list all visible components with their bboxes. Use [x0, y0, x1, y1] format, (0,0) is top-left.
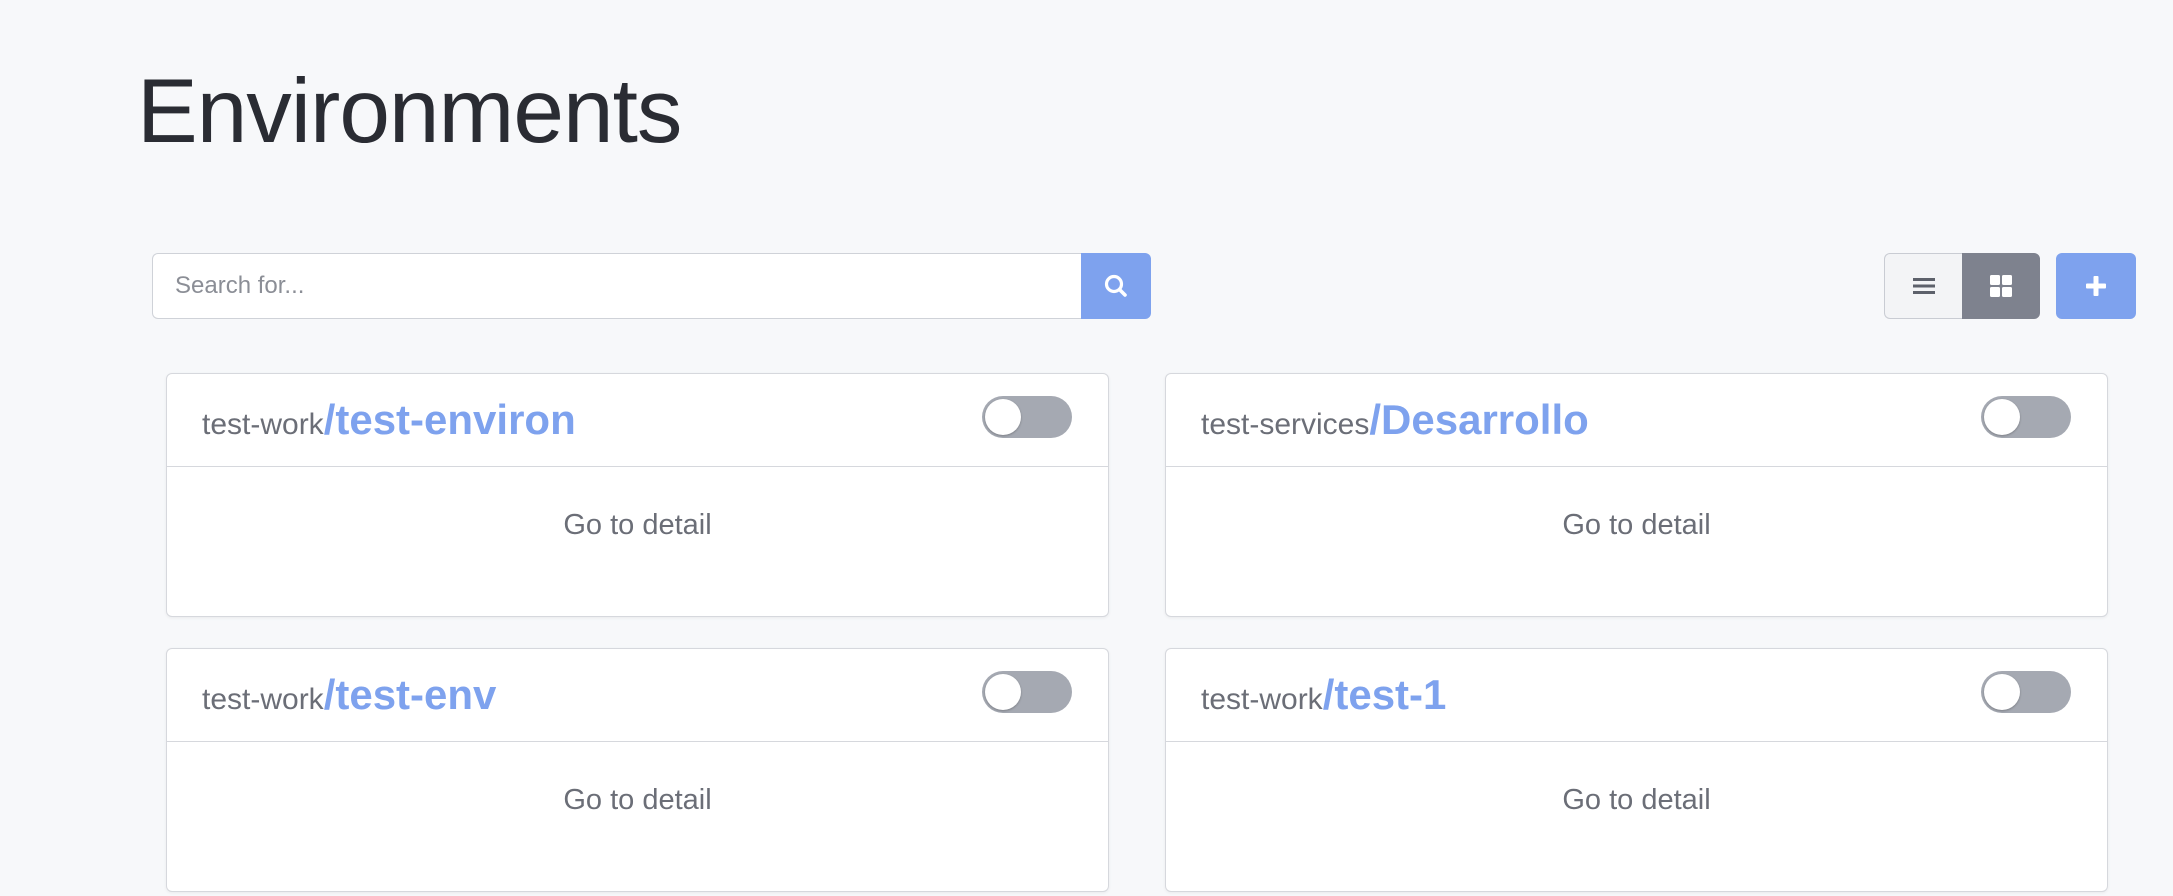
go-to-detail-link[interactable]: Go to detail: [1562, 509, 1710, 542]
search-bar: [152, 253, 1151, 319]
environment-card: test-services/Desarrollo Go to detail: [1165, 373, 2108, 617]
toggle-knob: [985, 674, 1021, 710]
card-body: Go to detail: [1166, 467, 2107, 615]
toggle-knob: [1984, 399, 2020, 435]
organization-name: test-services: [1201, 408, 1370, 441]
environment-name[interactable]: /test-environ: [324, 396, 576, 443]
grid-view-button[interactable]: [1962, 253, 2040, 319]
card-header: test-work/test-environ: [167, 374, 1108, 467]
environment-card: test-work/test-env Go to detail: [166, 648, 1109, 892]
environment-name[interactable]: /test-1: [1323, 671, 1447, 718]
search-button[interactable]: [1081, 253, 1151, 319]
plus-icon: [2086, 276, 2106, 296]
card-body: Go to detail: [167, 742, 1108, 890]
organization-name: test-work: [1201, 683, 1323, 716]
go-to-detail-link[interactable]: Go to detail: [1562, 784, 1710, 817]
view-toggle: [1884, 253, 2040, 319]
list-view-button[interactable]: [1884, 253, 1962, 319]
environment-toggle[interactable]: [982, 671, 1072, 713]
card-body: Go to detail: [167, 467, 1108, 615]
card-header: test-work/test-env: [167, 649, 1108, 742]
organization-name: test-work: [202, 683, 324, 716]
toggle-knob: [1984, 674, 2020, 710]
go-to-detail-link[interactable]: Go to detail: [563, 509, 711, 542]
environment-toggle[interactable]: [1981, 396, 2071, 438]
grid-icon: [1990, 275, 2012, 297]
environment-toggle[interactable]: [1981, 671, 2071, 713]
card-title: test-work/test-environ: [202, 396, 576, 454]
add-environment-button[interactable]: [2056, 253, 2136, 319]
card-title: test-work/test-1: [1201, 671, 1446, 729]
organization-name: test-work: [202, 408, 324, 441]
search-icon: [1104, 274, 1127, 297]
environment-name[interactable]: /Desarrollo: [1369, 396, 1588, 443]
environment-toggle[interactable]: [982, 396, 1072, 438]
card-header: test-work/test-1: [1166, 649, 2107, 742]
card-title: test-work/test-env: [202, 671, 496, 729]
go-to-detail-link[interactable]: Go to detail: [563, 784, 711, 817]
card-header: test-services/Desarrollo: [1166, 374, 2107, 467]
environment-card: test-work/test-1 Go to detail: [1165, 648, 2108, 892]
page-title: Environments: [137, 61, 682, 162]
environment-card: test-work/test-environ Go to detail: [166, 373, 1109, 617]
list-icon: [1912, 278, 1935, 294]
environment-name[interactable]: /test-env: [324, 671, 497, 718]
toggle-knob: [985, 399, 1021, 435]
card-title: test-services/Desarrollo: [1201, 396, 1589, 454]
search-input[interactable]: [152, 253, 1081, 319]
card-body: Go to detail: [1166, 742, 2107, 890]
